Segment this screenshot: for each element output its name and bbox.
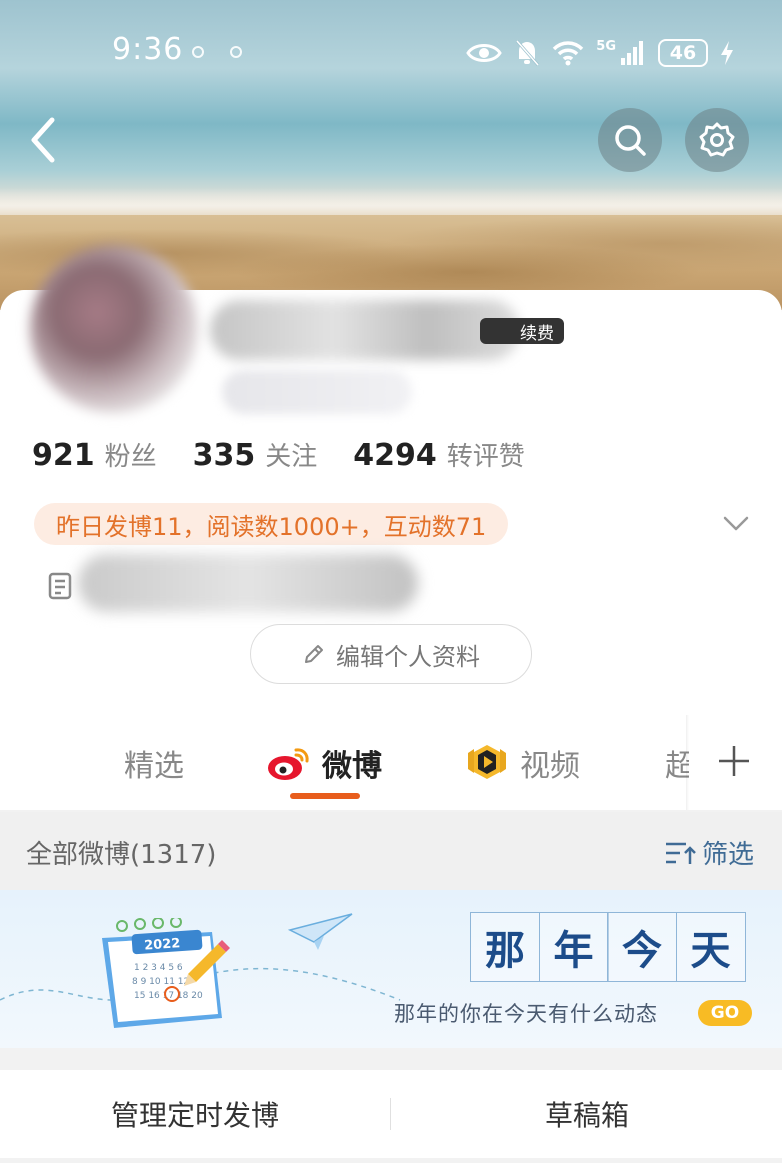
calendar-year: 2022 [144,936,181,953]
bio-document-icon [48,572,72,600]
signal-icon [621,41,643,65]
daily-summary-pill[interactable]: 昨日发博11，阅读数1000+，互动数71 [34,503,509,545]
battery-level: 46 [669,42,697,64]
mute-bell-icon [516,40,540,66]
banner-tagline: 那年的你在今天有什么动态 [394,1002,658,1026]
title-char: 天 [675,912,746,982]
status-time: 9:36 [112,32,184,67]
tab-weibo[interactable]: 微博 [266,741,382,785]
chevron-down-icon[interactable] [722,512,750,536]
title-char: 今 [607,912,677,982]
search-icon [615,125,646,156]
settings-button[interactable] [685,108,749,172]
notification-dot-icon [192,46,204,58]
stat-label: 转评赞 [446,442,525,472]
posts-filter-bar: 全部微博(1317) 筛选 [0,812,782,890]
tab-fade [686,715,689,810]
tab-label: 微博 [322,749,382,784]
user-subtitle-blurred [222,370,412,414]
status-icons: 5G 46 [466,36,734,70]
network-type: 5G [596,38,616,54]
daily-summary-text: 昨日发博11，阅读数1000+，互动数71 [56,512,487,541]
active-tab-indicator [290,793,360,799]
divider [390,1098,391,1130]
plus-icon[interactable] [716,743,752,779]
drafts-label: 草稿箱 [544,1099,629,1132]
notification-dot-icon [230,46,242,58]
bottom-actions: 管理定时发博 草稿箱 [0,1070,782,1158]
weibo-logo-icon [268,748,309,780]
drafts-button[interactable]: 草稿箱 [392,1070,782,1158]
stat-label: 关注 [265,442,318,472]
filter-sort-icon [665,842,696,864]
charging-icon [721,41,733,65]
all-posts-count: 全部微博(1317) [26,840,217,870]
app-root: 9:36 5G 46 续费 921 粉丝 335 关注 4294 转评赞 昨日发… [0,0,782,1163]
username-blurred [210,300,520,360]
tab-label: 视频 [520,749,580,784]
scheduled-label: 管理定时发博 [110,1099,279,1132]
title-char: 那 [470,912,540,982]
stat-value: 921 [32,438,95,473]
bio-blurred [78,554,418,612]
wifi-icon [553,41,584,66]
go-label: GO [710,1003,740,1023]
status-bar: 9:36 5G 46 [0,28,782,78]
eye-icon [466,44,503,62]
vip-badge-label: 续费 [520,323,554,344]
tab-label: 精选 [124,749,184,784]
tab-video[interactable]: 视频 [464,741,580,785]
profile-tabs: 精选 微博 视频 超 [0,715,782,810]
following-stat[interactable]: 335 关注 [193,436,318,473]
search-button[interactable] [598,108,662,172]
memories-banner[interactable]: 2022 1 2 3 4 5 6 8 9 10 11 12 15 16 17 1… [0,890,782,1048]
tab-featured[interactable]: 精选 [124,741,184,785]
pencil-icon [305,645,323,663]
stat-label: 粉丝 [104,442,157,472]
followers-stat[interactable]: 921 粉丝 [32,436,157,473]
edit-profile-label: 编辑个人资料 [336,642,480,671]
banner-title: 那 年 今 天 [470,912,746,982]
svg-text:1 2 3 4 5 6: 1 2 3 4 5 6 [134,963,183,973]
manage-scheduled-posts-button[interactable]: 管理定时发博 [0,1070,390,1158]
go-button[interactable]: GO [698,1000,752,1026]
paper-plane-icon [288,913,353,950]
video-badge-icon [468,745,506,779]
calendar-icon: 2022 1 2 3 4 5 6 8 9 10 11 12 15 16 17 1… [102,918,230,1028]
filter-button[interactable]: 筛选 [664,834,754,871]
interactions-stat[interactable]: 4294 转评赞 [353,436,525,473]
back-button[interactable] [22,112,66,168]
avatar[interactable] [30,245,198,413]
battery-icon: 46 [658,39,708,67]
gear-icon [699,122,735,157]
edit-profile-button[interactable]: 编辑个人资料 [250,624,532,684]
back-arrow-icon [31,117,55,163]
vip-badge[interactable]: 续费 [480,318,564,344]
cover-foam [0,188,782,218]
svg-text:8 9 10 11 12: 8 9 10 11 12 [132,977,189,987]
title-char: 年 [538,912,609,982]
stat-value: 335 [192,438,256,473]
stat-value: 4294 [353,438,437,473]
profile-stats: 921 粉丝 335 关注 4294 转评赞 [32,436,561,473]
filter-label: 筛选 [701,840,754,870]
